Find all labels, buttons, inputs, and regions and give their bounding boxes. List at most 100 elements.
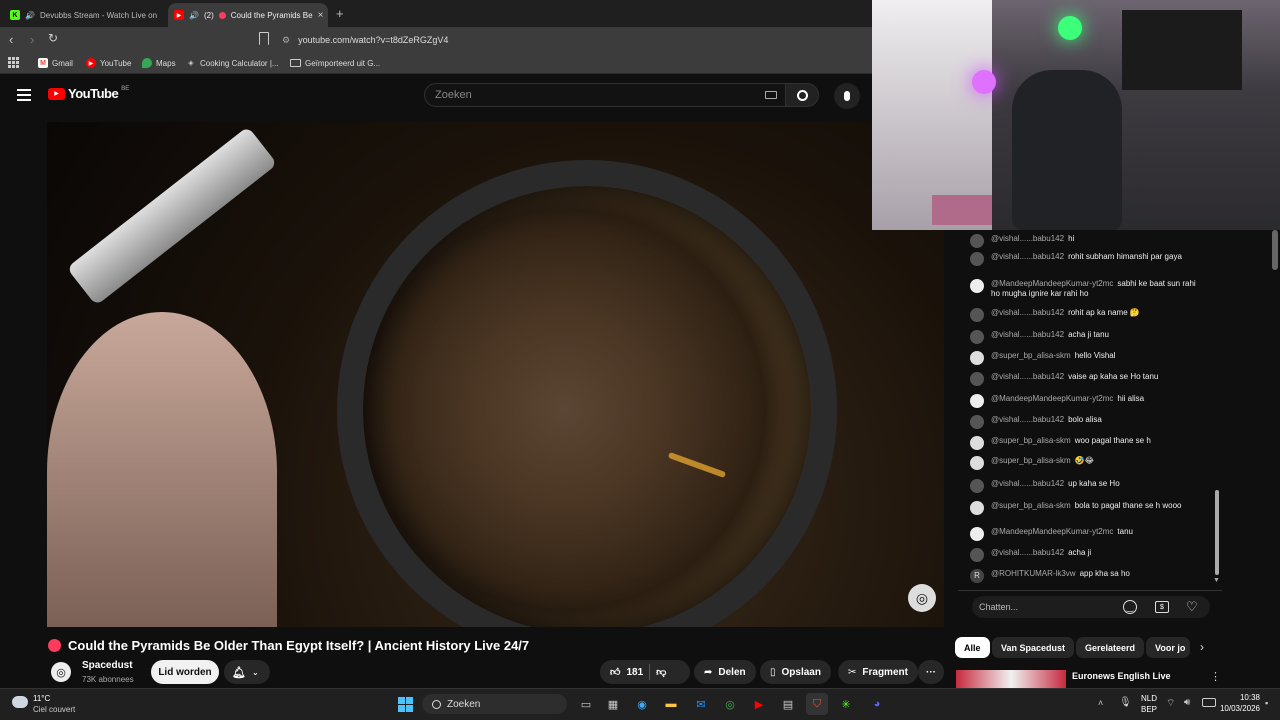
avatar[interactable]: R [970,569,984,583]
chat-message: @vishal......babu142 vaise ap kaha se Ho … [970,372,1206,386]
file-explorer-icon[interactable]: ▬ [660,693,682,715]
chat-scrollbar[interactable] [1215,490,1219,575]
outlook-icon[interactable]: ✉ [690,693,712,715]
chip-for-you[interactable]: Voor jo [1146,637,1190,658]
recommended-video[interactable]: Euronews English Live ⋮ [956,670,1221,690]
edge-icon[interactable]: ◉ [631,693,653,715]
hamburger-menu-icon[interactable] [17,89,31,101]
bookmark-maps[interactable]: Maps [142,56,176,70]
chip-from-spacedust[interactable]: Van Spacedust [992,637,1075,658]
reload-icon[interactable]: ↻ [48,31,58,45]
bookmark-cooking-calculator[interactable]: ◈ Cooking Calculator |... [186,56,278,70]
bookmark-youtube[interactable]: ▶ YouTube [86,56,131,70]
voice-search-button[interactable] [834,83,860,109]
avatar[interactable] [970,394,984,408]
super-chat-icon[interactable]: $ [1155,601,1169,613]
join-button[interactable]: Lid worden [151,660,219,684]
notifications-button[interactable]: 🔔︎ ⌄ [224,660,270,684]
chip-related[interactable]: Gerelateerd [1076,637,1145,658]
webcam-purple-light [972,70,996,94]
thumbs-down-icon[interactable]: 👎︎ [656,666,666,678]
webcam-gaming-chair [1012,70,1122,230]
forward-icon[interactable]: › [30,32,34,47]
keyboard-layout[interactable]: BEP [1141,705,1157,714]
avatar[interactable] [970,351,984,365]
volume-icon[interactable]: 🔊︎ [1184,697,1190,708]
address-bar[interactable]: ⚙ youtube.com/watch?v=t8dZeRGZgV4 [282,30,862,50]
bookmark-gmail[interactable]: M Gmail [38,56,73,70]
emoji-icon[interactable]: ‿ [1123,600,1137,614]
youtube-logo[interactable]: ▶ YouTube BE [48,86,129,101]
video-player[interactable]: ◎ [47,122,944,627]
avatar[interactable] [970,501,984,515]
site-info-icon[interactable]: ⚙ [282,35,290,46]
apps-grid-icon[interactable] [8,57,19,68]
chip-all[interactable]: Alle [955,637,990,658]
recommendation-title: Euronews English Live [1072,671,1171,681]
cloud-icon[interactable] [12,696,28,708]
chrome-icon[interactable]: ◎ [719,693,741,715]
avatar[interactable] [970,330,984,344]
channel-avatar[interactable]: ◎ [51,662,71,682]
page-scrollbar[interactable] [1272,230,1278,270]
chevron-up-icon[interactable]: ˄ [1098,698,1103,708]
back-icon[interactable]: ‹ [9,32,13,47]
save-button[interactable]: ▯ Opslaan [760,660,831,684]
avatar[interactable] [970,479,984,493]
webcam-desk-item [932,195,992,225]
new-tab-button[interactable]: + [336,6,344,21]
clip-button[interactable]: ✂ Fragment [838,660,918,684]
close-tab-icon[interactable]: × [318,10,324,21]
tab-devubbs-stream[interactable]: K 🔊 Devubbs Stream - Watch Live on [4,3,164,27]
search-input[interactable]: Zoeken [424,83,786,107]
tab-could-the-pyramids[interactable]: ▶ 🔊 (2) Could the Pyramids Be × [168,3,328,27]
avatar[interactable] [970,436,984,450]
weather-temp[interactable]: 11°C [33,694,50,703]
avatar[interactable] [970,415,984,429]
avatar[interactable] [970,308,984,322]
notifications-icon[interactable]: ▪ [1265,698,1268,708]
battery-icon[interactable] [1202,698,1216,707]
store-icon[interactable]: ▦ [602,693,624,715]
brave-icon[interactable]: ⛉ [806,693,828,715]
calculator-app-icon[interactable]: ▤ [777,693,799,715]
obs-app-icon[interactable]: ✳ [835,693,857,715]
language-code[interactable]: NLD [1141,694,1157,703]
avatar[interactable] [970,548,984,562]
microphone-tray-icon[interactable]: 🎙︎ [1119,697,1132,708]
like-count[interactable]: 181 [626,667,643,678]
discord-icon[interactable]: ◕ [866,693,888,715]
task-view-icon[interactable]: ▭ [575,693,597,715]
keyboard-icon[interactable] [765,91,777,99]
bookmark-page-icon[interactable] [259,32,269,45]
chat-input[interactable]: Chatten... [972,596,1210,618]
like-dislike-group: 👍︎ 181 👎︎ [600,660,690,684]
share-button[interactable]: ➦ Delen [694,660,756,684]
chevron-right-icon[interactable]: › [1200,640,1204,654]
channel-watermark-icon[interactable]: ◎ [908,584,936,612]
avatar[interactable] [970,279,984,293]
avatar[interactable] [970,456,984,470]
clock-date[interactable]: 10/03/2026 [1218,704,1260,713]
bookmark-imported-folder[interactable]: Geïmporteerd uit G... [290,56,380,70]
avatar[interactable] [970,234,984,248]
weather-description[interactable]: Ciel couvert [33,705,75,714]
thumbs-up-icon[interactable]: 👍︎ [610,666,620,678]
avatar[interactable] [970,527,984,541]
youtube-app-icon[interactable]: ▶ [748,693,770,715]
avatar[interactable] [970,252,984,266]
taskbar-search[interactable]: Zoeken [422,694,567,714]
heart-icon[interactable]: ♡ [1186,599,1198,615]
channel-name[interactable]: Spacedust [82,660,133,671]
more-actions-button[interactable]: ··· [918,660,944,684]
clock-time[interactable]: 10:38 [1220,693,1260,702]
search-button[interactable] [785,83,819,107]
chat-message: @vishal......babu142 rohit ap ka name 🤔 [970,308,1206,322]
scroll-down-icon[interactable]: ▼ [1213,577,1220,584]
kick-icon: K [10,10,20,20]
avatar[interactable] [970,372,984,386]
wifi-icon[interactable]: ⌔ [1166,697,1175,710]
more-vertical-icon[interactable]: ⋮ [1210,670,1221,683]
chat-message: @vishal......babu142 bolo alisa [970,415,1206,429]
windows-start-icon[interactable] [394,693,416,715]
